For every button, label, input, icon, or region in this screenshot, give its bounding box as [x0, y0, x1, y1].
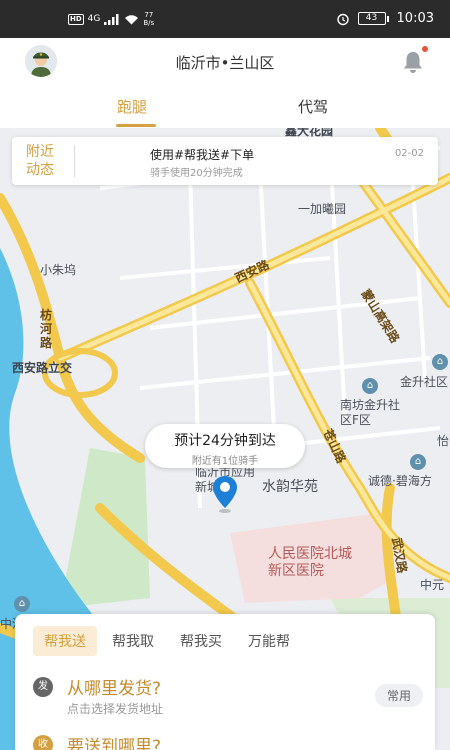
tab-pick-for-me[interactable]: 帮我取: [101, 626, 165, 656]
map-label-yijia: 一加曦园: [298, 202, 347, 216]
eta-bubble: 预计24分钟到达 附近有1位骑手: [145, 424, 305, 468]
map-label-hospital: 人民医院北城新区医院: [268, 546, 352, 579]
signal-label: 4G: [87, 14, 101, 24]
nearby-activity-tag: 附近动态: [26, 144, 54, 178]
app-header: 临沂市•兰山区: [0, 38, 450, 86]
tab-send-for-me[interactable]: 帮我送: [33, 626, 97, 656]
tab-errand[interactable]: 跑腿: [117, 96, 147, 117]
receive-badge: 收: [33, 735, 53, 750]
delivery-title: 要送到哪里?: [67, 737, 162, 750]
tab-designated-driver[interactable]: 代驾: [298, 96, 328, 117]
map-label-fanghe: 枋河路: [40, 308, 53, 350]
poi-icon: ⌂: [410, 454, 426, 470]
status-bar: HD 4G 77 B/s 43 10:03: [0, 0, 450, 38]
bell-icon[interactable]: [402, 50, 424, 74]
clock: 10:03: [396, 11, 434, 26]
map-label-xian-interchange: 西安路立交: [12, 361, 73, 375]
map-label-xiaozhu: 小朱坞: [40, 263, 77, 277]
status-right: 43 10:03: [336, 11, 434, 26]
map-label-jinsheng: 金升社区: [400, 375, 449, 389]
net-speed-value: 77: [144, 11, 154, 19]
order-card: 帮我送 帮我取 帮我买 万能帮 发 从哪里发货? 点击选择发货地址 常用 收 要…: [15, 614, 435, 750]
tab-all-purpose-help[interactable]: 万能帮: [237, 626, 301, 656]
map-label-zhongyuan: 中元: [420, 578, 445, 592]
current-city[interactable]: 临沂市•兰山区: [0, 52, 450, 73]
status-left: HD 4G 77 B/s: [68, 11, 154, 27]
common-address-button[interactable]: 常用: [374, 684, 423, 707]
tab-buy-for-me[interactable]: 帮我买: [169, 626, 233, 656]
poi-icon: ⌂: [362, 378, 378, 394]
map-label-shuiyun: 水韵华苑: [262, 479, 318, 495]
activity-title: 使用#帮我送#下单: [150, 148, 255, 162]
eta-main: 预计24分钟到达: [174, 433, 276, 449]
battery-indicator: 43: [357, 12, 389, 25]
divider: [74, 145, 75, 177]
net-speed: 77 B/s: [143, 11, 154, 27]
net-speed-unit: B/s: [143, 19, 155, 27]
alarm-icon: [336, 13, 349, 25]
send-badge: 发: [33, 677, 53, 697]
service-tabs: 帮我送 帮我取 帮我买 万能帮: [33, 626, 305, 656]
location-pin-icon[interactable]: [211, 474, 239, 514]
notification-dot: [422, 46, 428, 52]
pickup-subtitle: 点击选择发货地址: [67, 702, 164, 716]
poi-icon: ⌂: [432, 354, 448, 370]
main-tabs: 跑腿 代驾: [0, 86, 450, 128]
activity-subtitle: 骑手使用20分钟完成: [150, 168, 243, 179]
eta-sub: 附近有1位骑手: [191, 456, 259, 467]
map-label-chengde: 诚德·碧海方: [368, 474, 432, 488]
hd-badge: HD: [68, 13, 84, 25]
battery-level: 43: [357, 12, 386, 25]
wifi-icon: [125, 14, 139, 24]
signal-icon: [104, 13, 119, 25]
map-label-yi: 怡: [437, 434, 450, 448]
poi-icon: ⌂: [14, 596, 30, 612]
map-label-nanfang: 南坊金升社区F区: [340, 398, 401, 427]
nearby-activity-banner[interactable]: 附近动态 使用#帮我送#下单 骑手使用20分钟完成 02-02: [12, 137, 438, 185]
pickup-title: 从哪里发货?: [67, 679, 162, 699]
activity-date: 02-02: [394, 148, 424, 159]
active-tab-indicator: [116, 124, 156, 127]
battery-cap: [386, 15, 389, 22]
